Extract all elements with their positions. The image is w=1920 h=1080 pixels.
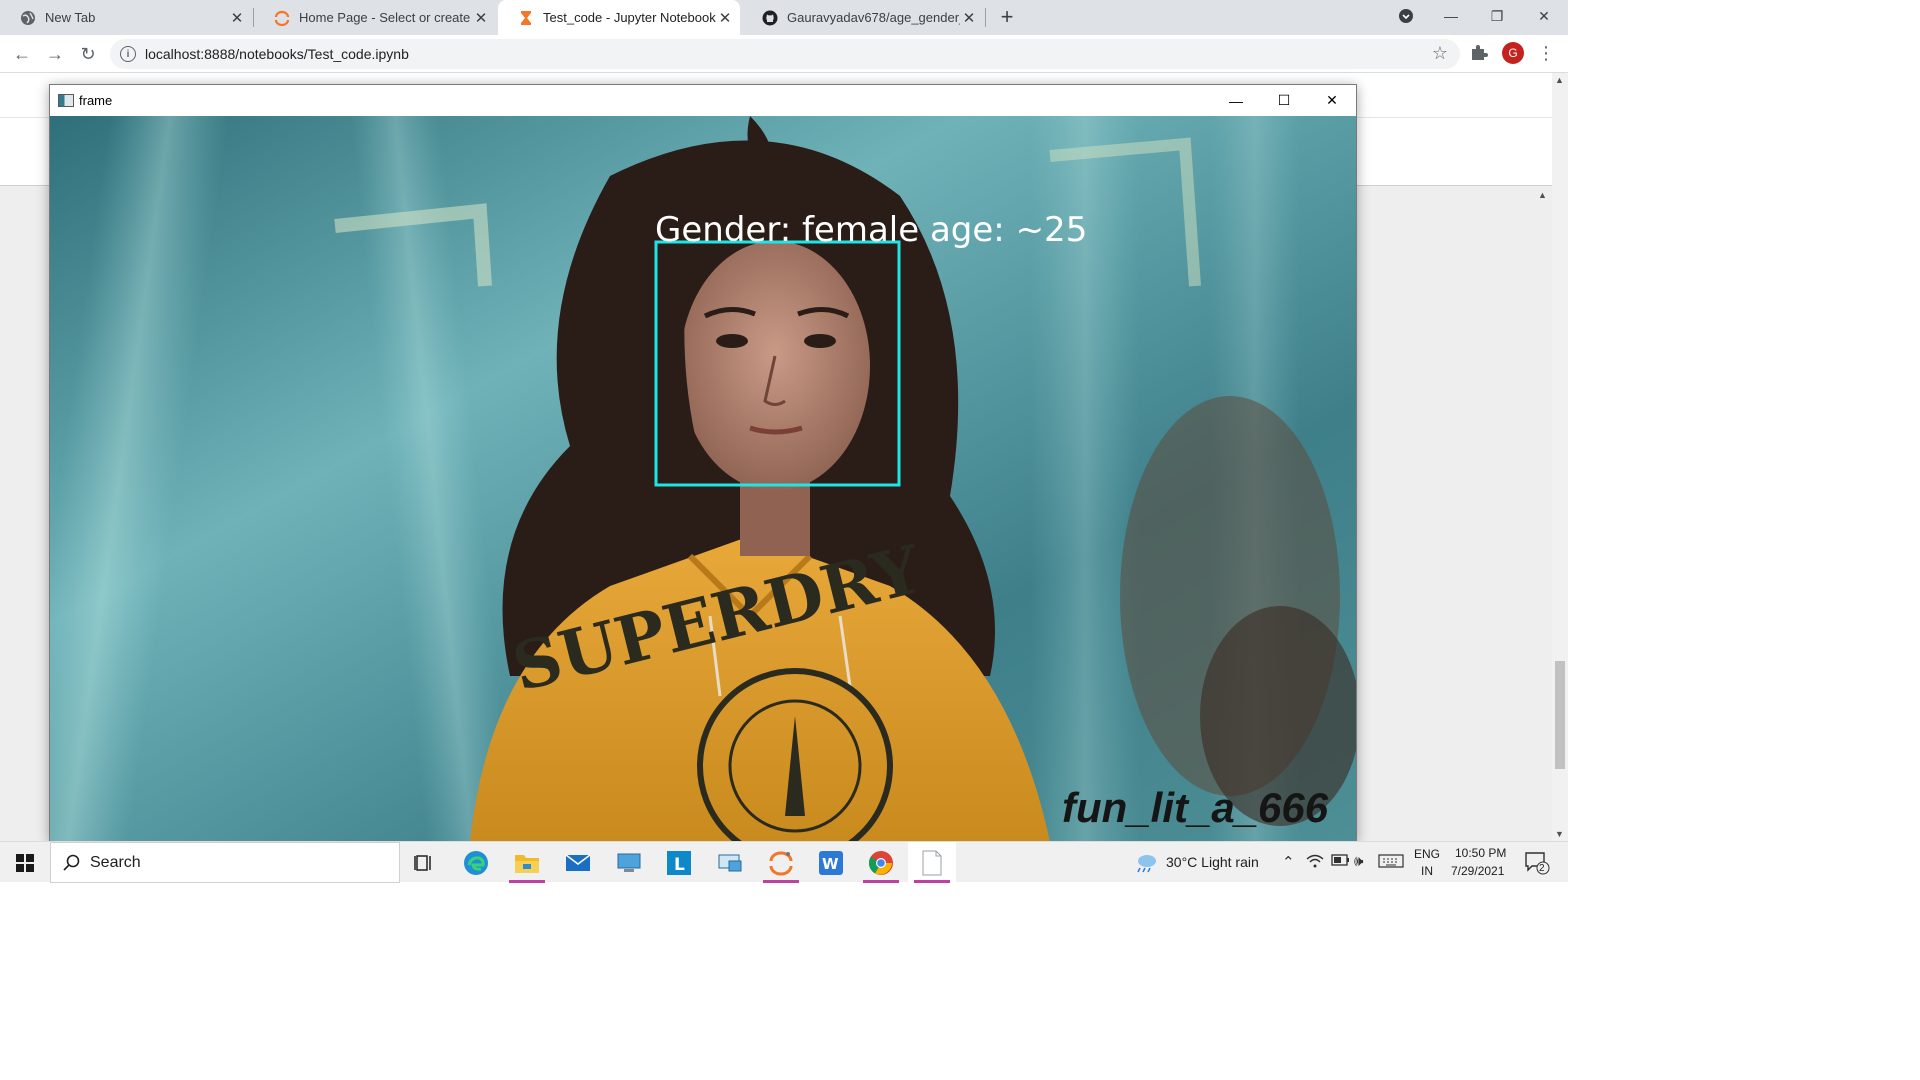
close-icon[interactable]: ✕ [716, 9, 734, 27]
opencv-frame-window: frame — ☐ ✕ SUPERDRY Gender: female age:… [49, 84, 1357, 842]
start-button[interactable] [0, 842, 50, 883]
taskbar-notepad[interactable] [908, 842, 956, 883]
scroll-up-arrow-icon[interactable]: ▲ [1538, 190, 1547, 200]
scroll-up-icon[interactable]: ▲ [1555, 75, 1564, 85]
taskbar-this-pc[interactable] [605, 842, 653, 883]
tab-github[interactable]: Gauravyadav678/age_gender_pre ✕ [742, 0, 984, 35]
taskbar-chrome[interactable] [857, 842, 905, 883]
svg-text:W: W [822, 855, 839, 873]
restore-button[interactable]: ❐ [1474, 0, 1520, 32]
weather-rain-icon[interactable] [1134, 853, 1158, 877]
running-indicator [509, 880, 545, 883]
back-button[interactable]: ← [7, 39, 37, 69]
tab-test-code[interactable]: Test_code - Jupyter Notebook ✕ [498, 0, 740, 35]
tab-new-tab[interactable]: New Tab ✕ [0, 0, 252, 35]
jupyter-icon [274, 10, 290, 26]
profile-avatar[interactable]: G [1502, 42, 1524, 64]
tab-strip: New Tab ✕ Home Page - Select or create a… [0, 0, 1568, 35]
prediction-label: Gender: female age: ~25 [655, 210, 1087, 250]
notification-center-icon[interactable] [1524, 851, 1550, 879]
close-icon[interactable]: ✕ [472, 9, 490, 27]
running-indicator [863, 880, 899, 883]
minimize-button[interactable]: — [1428, 0, 1474, 32]
chrome-icon [868, 850, 893, 875]
taskbar-l-app[interactable]: L [655, 842, 703, 883]
forward-button[interactable]: → [40, 39, 70, 69]
chevron-up-icon[interactable]: ⌃ [1282, 853, 1295, 871]
hourglass-icon [518, 10, 534, 26]
taskbar-file-explorer[interactable] [503, 842, 551, 883]
extensions-puzzle-icon[interactable] [1468, 41, 1490, 63]
frame-picture: SUPERDRY Gender: female age: ~25 fun_lit… [50, 116, 1356, 842]
clock-date[interactable]: 7/29/2021 [1451, 864, 1504, 878]
window-maximize-button[interactable]: ☐ [1261, 85, 1307, 116]
windows-taskbar: Search L W 30°C Light rain ⌃ 🕪 ENG IN 10… [0, 841, 1568, 883]
weather-text[interactable]: 30°C Light rain [1166, 854, 1259, 870]
watermark-text: fun_lit_a_666 [1062, 784, 1329, 831]
l-app-icon: L [667, 850, 691, 875]
remote-desktop-icon [718, 854, 742, 871]
taskbar-search-box[interactable]: Search [50, 842, 400, 883]
notification-count: 2 [1539, 863, 1545, 874]
windows-logo-icon [16, 853, 34, 872]
clock-time[interactable]: 10:50 PM [1455, 846, 1506, 860]
search-placeholder: Search [90, 854, 141, 871]
tab-title: Test_code - Jupyter Notebook [543, 10, 716, 25]
page-scrollbar[interactable]: ▲ ▼ [1552, 73, 1568, 841]
close-window-button[interactable]: ✕ [1521, 0, 1567, 32]
address-bar[interactable]: i localhost:8888/notebooks/Test_code.ipy… [110, 39, 1460, 69]
svg-text:L: L [674, 855, 685, 875]
tab-title: Home Page - Select or create a n [299, 10, 472, 25]
wifi-icon[interactable] [1306, 853, 1324, 873]
folder-icon [515, 854, 539, 873]
window-close-button[interactable]: ✕ [1309, 85, 1355, 116]
document-icon [922, 850, 942, 875]
jupyter-icon [769, 851, 793, 875]
edge-icon [464, 850, 488, 875]
tab-separator [985, 8, 986, 27]
taskbar-jupyter[interactable] [757, 842, 805, 883]
region-code: IN [1421, 864, 1433, 878]
globe-icon [20, 10, 36, 26]
volume-icon[interactable]: 🕪 [1354, 853, 1363, 870]
task-view-icon [414, 854, 431, 871]
chevron-down-icon [1399, 9, 1413, 23]
language-code[interactable]: ENG [1414, 847, 1440, 861]
tab-home-page[interactable]: Home Page - Select or create a n ✕ [254, 0, 496, 35]
github-icon [762, 10, 778, 26]
tab-search-button[interactable] [1383, 0, 1429, 32]
window-app-icon [58, 94, 74, 107]
new-tab-button[interactable]: + [994, 4, 1020, 30]
taskbar-remote-desktop[interactable] [706, 842, 754, 883]
task-view-button[interactable] [400, 842, 448, 883]
taskbar-mail[interactable] [554, 842, 602, 883]
tab-title: New Tab [45, 10, 96, 25]
window-minimize-button[interactable]: — [1213, 85, 1259, 116]
window-title: frame [79, 93, 113, 108]
taskbar-writer[interactable]: W [807, 842, 855, 883]
bookmark-star-icon[interactable]: ☆ [1432, 43, 1448, 64]
running-indicator [914, 880, 950, 883]
writer-icon: W [819, 850, 843, 875]
mail-icon [565, 853, 591, 871]
info-icon[interactable]: i [120, 46, 136, 62]
scroll-down-icon[interactable]: ▼ [1555, 829, 1564, 839]
search-icon [63, 854, 81, 875]
window-titlebar[interactable]: frame — ☐ ✕ [50, 85, 1356, 116]
video-frame-image: SUPERDRY Gender: female age: ~25 fun_lit… [50, 116, 1356, 842]
close-icon[interactable]: ✕ [228, 9, 246, 27]
taskbar-edge[interactable] [452, 842, 500, 883]
close-icon[interactable]: ✕ [960, 9, 978, 27]
keyboard-icon[interactable] [1378, 853, 1404, 873]
url-text: localhost:8888/notebooks/Test_code.ipynb [145, 46, 409, 62]
menu-kebab-icon[interactable]: ⋮ [1537, 42, 1555, 64]
reload-button[interactable]: ↻ [73, 39, 103, 69]
tab-title: Gauravyadav678/age_gender_pre [787, 10, 960, 25]
running-indicator [763, 880, 799, 883]
battery-icon[interactable] [1330, 853, 1350, 871]
computer-icon [617, 853, 641, 872]
browser-toolbar: ← → ↻ i localhost:8888/notebooks/Test_co… [0, 35, 1568, 73]
scrollbar-thumb[interactable] [1555, 661, 1565, 769]
